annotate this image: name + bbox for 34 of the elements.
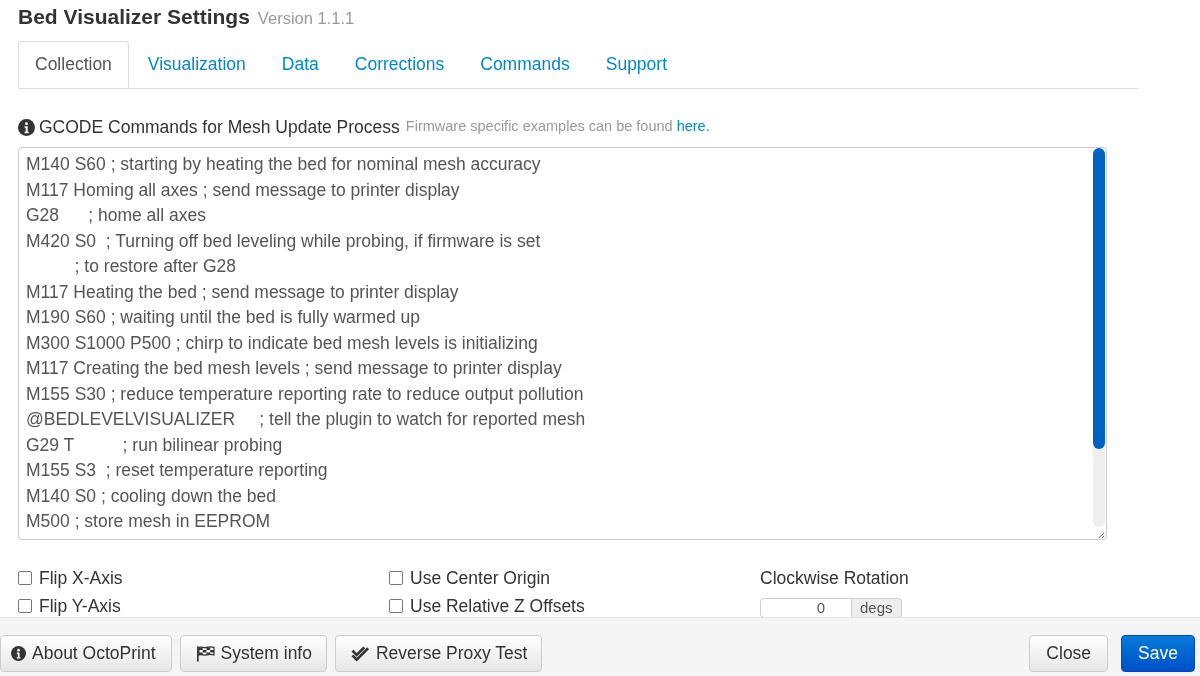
checkbox-label: Use Relative Z Offsets [410, 594, 585, 617]
checkbox[interactable] [18, 599, 32, 613]
scrollbar-thumb[interactable] [1093, 148, 1105, 449]
here-link[interactable]: here. [676, 118, 710, 135]
save-button[interactable]: Save [1121, 635, 1195, 672]
unit-addon: degs [852, 598, 902, 617]
gcode-text-area[interactable]: M140 S60 ; starting by heating the bed for nominal mesh accuracy M117 Homing all axes ; send message to printer display G28 ; home all axes M420 S0 ; Turning off bed leveling while probing, if firmware is set ; to restore after G28 M117 Heating the bed ; send message to printer display M190 S60 ; waiting until the bed is fully warmed up M300 S1000 P500 ; chirp to indicate bed mesh levels is initializing M117 Creating the bed mesh levels ; send message to printer display M155 S30 ; reduce temperature reporting rate to reduce output pollution @BEDLEVELVISUALIZER ; tell the plugin to watch for reported mesh G29 T ; run bilinear probing M155 S3 ; reset temperature reporting M140 S0 ; cooling down the bed M500 ; store mesh in EEPROM [18, 147, 1107, 540]
checkbox[interactable] [18, 571, 32, 585]
checkbox[interactable] [389, 599, 403, 613]
field-label: Clockwise Rotation [760, 566, 909, 590]
tab[interactable]: Collection [18, 41, 129, 88]
double-check-icon [351, 645, 370, 662]
version-label: Version 1.1.1 [257, 8, 355, 29]
tab[interactable]: Visualization [130, 41, 263, 88]
info-icon [11, 646, 26, 661]
checkbox-label: Flip X-Axis [39, 566, 123, 590]
checkered-flag-icon [195, 645, 215, 662]
tab[interactable]: Data [264, 41, 336, 88]
checkbox-label: Use Center Origin [410, 566, 551, 590]
tab[interactable]: Commands [463, 41, 587, 88]
info-icon [18, 118, 35, 136]
field-label: GCODE Commands for Mesh Update Process [39, 115, 400, 139]
dialog-title: Bed Visualizer Settings [18, 4, 250, 30]
footer-button[interactable]: About OctoPrint [0, 635, 172, 672]
checkbox[interactable] [389, 571, 403, 585]
checkbox-label: Flip Y-Axis [39, 594, 121, 617]
tab[interactable]: Support [588, 41, 685, 88]
rotation-input[interactable]: 0 [760, 598, 852, 617]
close-button[interactable]: Close [1029, 635, 1109, 672]
footer-button[interactable]: System info [179, 635, 327, 672]
tab[interactable]: Corrections [337, 41, 462, 88]
footer-button[interactable]: Reverse Proxy Test [335, 635, 543, 672]
resize-grip-icon [1096, 530, 1105, 539]
hint-text: Firmware specific examples can be found here. [405, 117, 710, 137]
